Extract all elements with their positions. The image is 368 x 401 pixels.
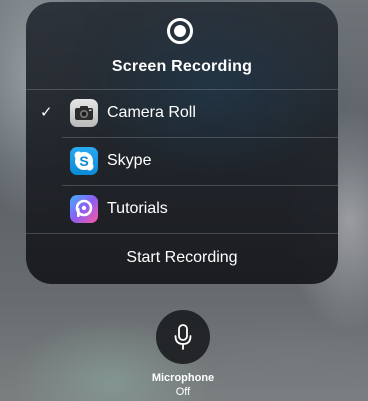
destination-label: Skype — [107, 152, 152, 169]
panel-title: Screen Recording — [111, 58, 253, 75]
svg-text:S: S — [79, 153, 88, 169]
microphone-title: Microphone — [151, 372, 215, 384]
destination-label: Tutorials — [107, 200, 168, 217]
skype-icon: S — [70, 147, 98, 175]
destination-skype[interactable]: S Skype — [26, 138, 338, 185]
record-dot — [174, 25, 186, 37]
microphone-status: Off — [175, 386, 191, 398]
camera-roll-icon — [70, 99, 98, 127]
screen-recording-panel: Screen Recording ✓ Camera Roll S Skype T… — [26, 2, 338, 284]
destination-tutorials[interactable]: Tutorials — [26, 186, 338, 233]
destination-label: Camera Roll — [107, 104, 196, 121]
record-icon — [167, 18, 193, 44]
microphone-button[interactable] — [156, 310, 210, 364]
checkmark-icon: ✓ — [40, 104, 53, 121]
microphone-icon — [174, 324, 192, 350]
start-recording-button[interactable]: Start Recording — [26, 234, 338, 282]
destination-camera-roll[interactable]: ✓ Camera Roll — [26, 90, 338, 137]
panel-header: Screen Recording — [26, 2, 338, 90]
tutorials-icon — [70, 195, 98, 223]
